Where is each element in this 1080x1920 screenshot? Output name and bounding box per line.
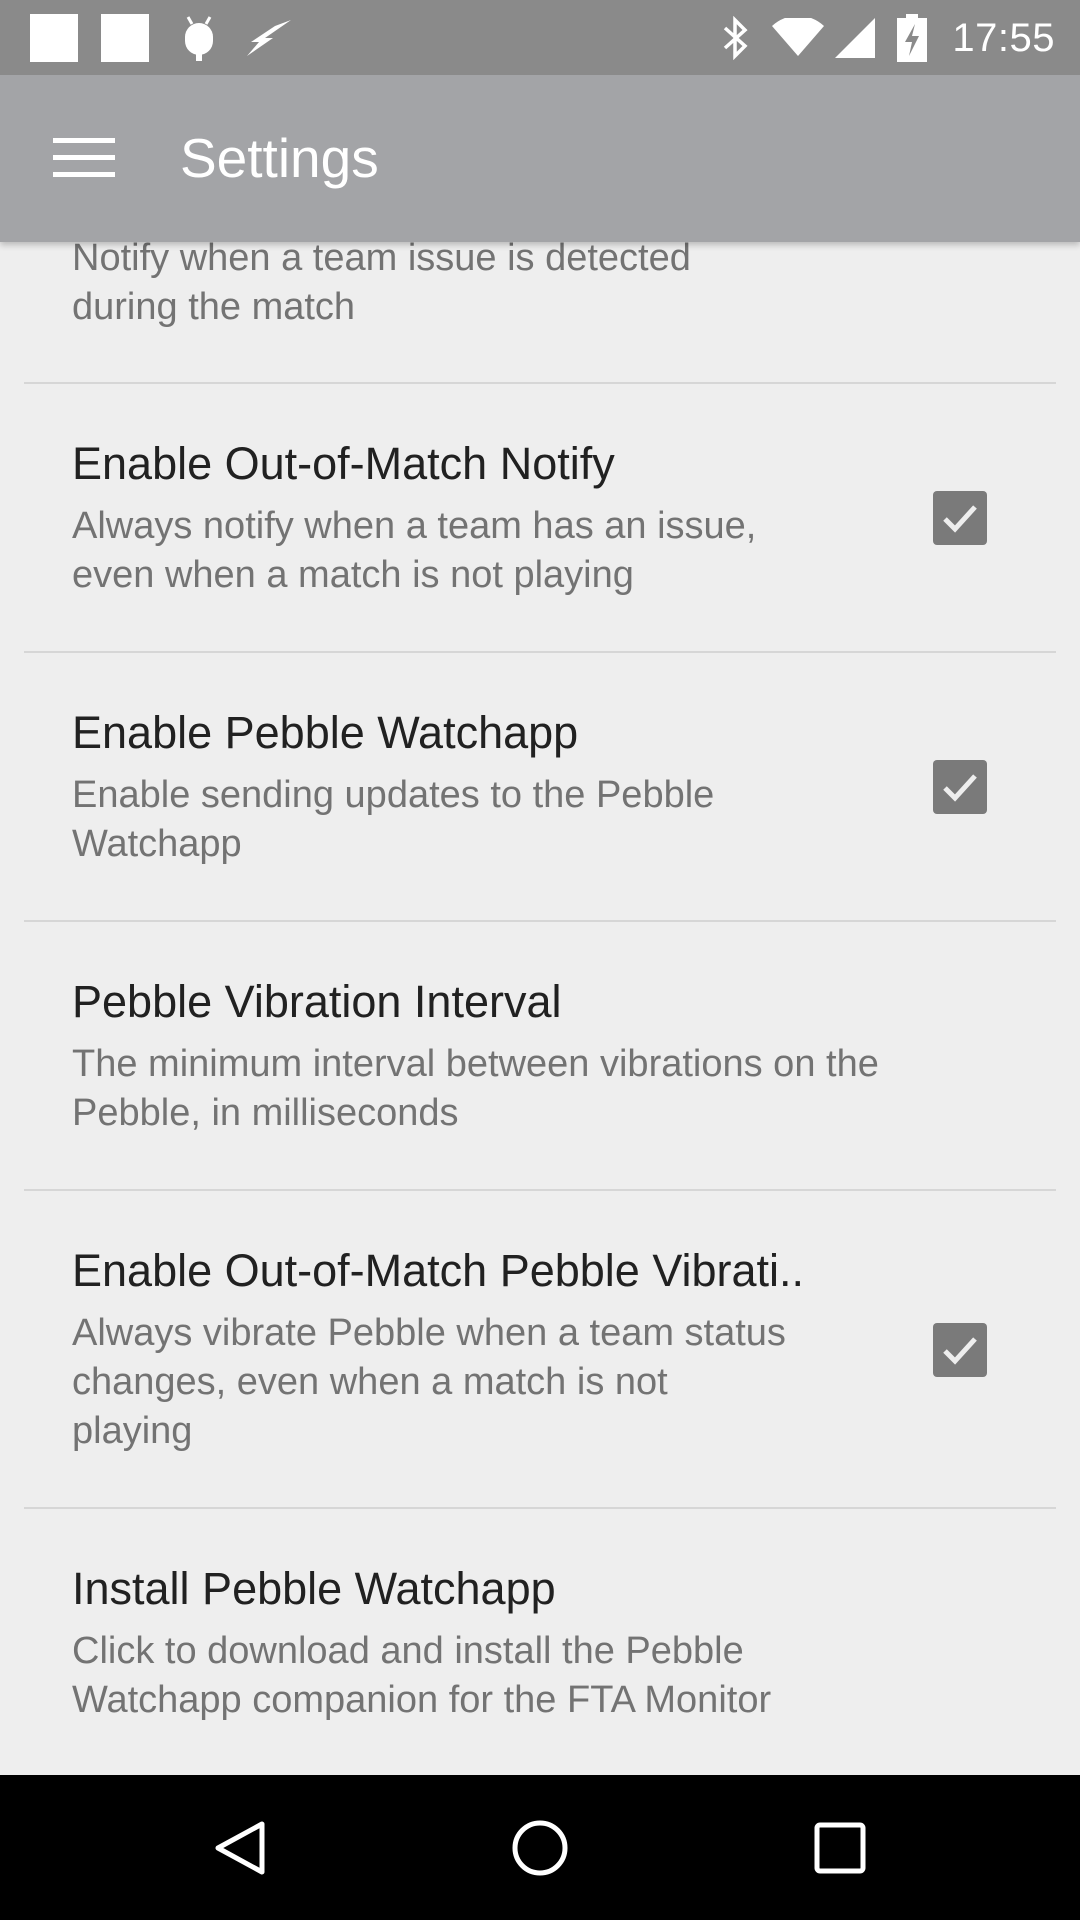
summary-line: playing (72, 1410, 193, 1452)
summary-line: Enable sending updates to the Pebble (72, 774, 715, 816)
home-button[interactable] (460, 1775, 620, 1920)
lightning-icon (244, 0, 294, 75)
preference-summary: Click to download and install the Pebble… (72, 1627, 771, 1725)
preference-summary: Enable sending updates to the Pebble Wat… (72, 771, 714, 869)
checkmark-icon (943, 774, 977, 802)
summary-line: Pebble, in milliseconds (72, 1092, 459, 1134)
notification-square-icon (30, 14, 78, 62)
status-time: 17:55 (952, 16, 1055, 60)
preference-title: Pebble Vibration Interval (72, 976, 562, 1027)
hamburger-menu-icon (53, 138, 115, 178)
preference-item-vibration-interval[interactable]: Pebble Vibration Interval The minimum in… (0, 922, 1080, 1190)
home-circle-icon (512, 1820, 568, 1875)
checkmark-icon (943, 505, 977, 533)
preference-item-out-of-match-vibration[interactable]: Enable Out-of-Match Pebble Vibrati.. Alw… (0, 1191, 1080, 1508)
app-bar: Settings (0, 75, 1080, 242)
preference-list: Notify when a team issue is detected dur… (0, 0, 1080, 1775)
summary-line: Watchapp companion for the FTA Monitor (72, 1679, 772, 1721)
preference-summary: Notify when a team issue is detected dur… (72, 234, 691, 332)
wifi-icon (770, 0, 826, 75)
summary-line: even when a match is not playing (72, 554, 634, 596)
preference-summary: The minimum interval between vibrations … (72, 1040, 879, 1138)
summary-line: Click to download and install the Pebble (72, 1630, 744, 1672)
summary-line: Watchapp (72, 823, 242, 865)
android-debug-icon (176, 0, 222, 75)
preference-summary: Always vibrate Pebble when a team status… (72, 1309, 786, 1456)
preference-title: Enable Pebble Watchapp (72, 707, 579, 758)
summary-line: The minimum interval between vibrations … (72, 1043, 879, 1085)
preference-item-install-watchapp[interactable]: Install Pebble Watchapp Click to downloa… (0, 1509, 1080, 1775)
navigation-drawer-button[interactable] (30, 113, 138, 203)
preference-item-pebble-watchapp[interactable]: Enable Pebble Watchapp Enable sending up… (0, 653, 1080, 921)
preference-item-out-of-match-notify[interactable]: Enable Out-of-Match Notify Always notify… (0, 384, 1080, 652)
preference-title: Enable Out-of-Match Notify (72, 438, 615, 489)
summary-line: Always vibrate Pebble when a team status (72, 1312, 786, 1354)
cellular-signal-icon (834, 0, 876, 75)
bluetooth-icon (718, 0, 754, 75)
page-title: Settings (180, 127, 379, 189)
recents-square-icon (814, 1822, 866, 1873)
notification-square-icon (101, 14, 149, 62)
back-button[interactable] (160, 1775, 320, 1920)
battery-charging-icon (896, 0, 928, 75)
preference-title: Enable Out-of-Match Pebble Vibrati.. (72, 1245, 805, 1296)
settings-screen: 17:55 Settings Notify when a team issue … (0, 0, 1080, 1920)
preference-title: Install Pebble Watchapp (72, 1563, 556, 1614)
back-triangle-icon (215, 1821, 265, 1874)
recents-button[interactable] (760, 1775, 920, 1920)
checkbox-out-of-match-notify[interactable] (933, 491, 987, 545)
status-bar: 17:55 (0, 0, 1080, 75)
summary-line: changes, even when a match is not (72, 1361, 668, 1403)
preference-summary: Always notify when a team has an issue, … (72, 502, 756, 600)
summary-line: Always notify when a team has an issue, (72, 505, 757, 547)
checkbox-out-of-match-vibration[interactable] (933, 1323, 987, 1377)
system-navigation-bar (0, 1775, 1080, 1920)
checkbox-pebble-watchapp[interactable] (933, 760, 987, 814)
summary-line: during the match (72, 286, 356, 328)
checkmark-icon (943, 1337, 977, 1365)
